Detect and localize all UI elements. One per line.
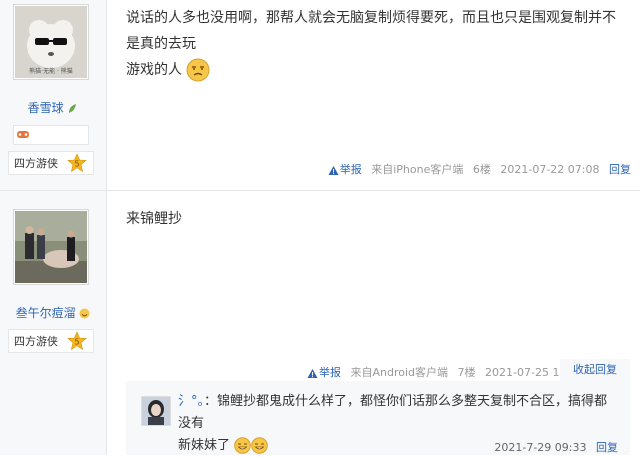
user-sidebar: 熊猫·无能 · 熊猫 香雪球 四方游侠 5 xyxy=(0,0,107,190)
sub-reply-reply-link[interactable]: 回复 xyxy=(596,441,618,454)
sub-reply-author[interactable]: 氵°。 xyxy=(178,394,204,409)
sub-reply-avatar[interactable] xyxy=(141,396,171,426)
svg-text:5: 5 xyxy=(74,160,79,169)
post-floor-6: 熊猫·无能 · 熊猫 香雪球 四方游侠 5 说话的人多也没用啊，那帮人就会无脑复… xyxy=(0,0,640,191)
grin-emoji-icon xyxy=(234,437,251,454)
user-sidebar: 叁午尔痘溜 四方游侠 5 xyxy=(0,191,107,455)
sub-reply-meta: 2021-7-29 09:33 回复 xyxy=(494,441,618,454)
collapse-replies-button[interactable]: 收起回复 xyxy=(560,359,630,381)
post-content: 来锦鲤抄 xyxy=(126,211,182,227)
leaf-icon xyxy=(69,104,77,113)
report-link[interactable]: 举报 xyxy=(307,366,345,379)
reply-link[interactable]: 回复 xyxy=(609,163,631,176)
level-badge[interactable]: 四方游侠 5 xyxy=(8,151,94,175)
sub-reply-box: 氵°。：锦鲤抄都鬼成什么样了，都怪你们话那么多整天复制不合区，搞得都没有 新妹妹… xyxy=(126,381,630,455)
warning-icon xyxy=(328,165,339,175)
post-tail: 举报 来自Android客户端 7楼 2021-07-25 14:48 xyxy=(307,364,584,380)
warning-icon xyxy=(307,368,318,378)
level-star-icon: 5 xyxy=(67,153,87,173)
avatar[interactable] xyxy=(13,209,89,285)
client-source: 来自iPhone客户端 xyxy=(371,163,464,176)
floor-number: 6楼 xyxy=(472,163,491,176)
smile-emoji-icon xyxy=(79,308,90,319)
post-tail: 举报 来自iPhone客户端 6楼 2021-07-22 07:08 回复 xyxy=(328,161,631,177)
post-time: 2021-07-22 07:08 xyxy=(500,163,600,176)
level-star-icon: 5 xyxy=(67,331,87,351)
post-floor-7: 叁午尔痘溜 四方游侠 5 来锦鲤抄 举报 来自Android客户端 7楼 202… xyxy=(0,191,640,455)
game-badge-icon xyxy=(17,131,29,138)
badge-bar[interactable] xyxy=(13,125,89,145)
client-source: 来自Android客户端 xyxy=(350,366,449,379)
grin-emoji-icon xyxy=(251,437,268,454)
avatar[interactable]: 熊猫·无能 · 熊猫 xyxy=(13,4,89,80)
svg-text:5: 5 xyxy=(74,338,79,347)
report-link[interactable]: 举报 xyxy=(328,163,366,176)
floor-number: 7楼 xyxy=(457,366,476,379)
username[interactable]: 香雪球 xyxy=(0,99,106,116)
svg-text:熊猫·无能 · 熊猫: 熊猫·无能 · 熊猫 xyxy=(29,67,73,75)
post-content: 说话的人多也没用啊，那帮人就会无脑复制烦得要死，而且也只是围观复制并不是真的去玩… xyxy=(126,5,626,83)
username[interactable]: 叁午尔痘溜 xyxy=(0,304,106,321)
level-badge[interactable]: 四方游侠 5 xyxy=(8,329,94,353)
unhappy-face-emoji-icon xyxy=(186,58,210,82)
